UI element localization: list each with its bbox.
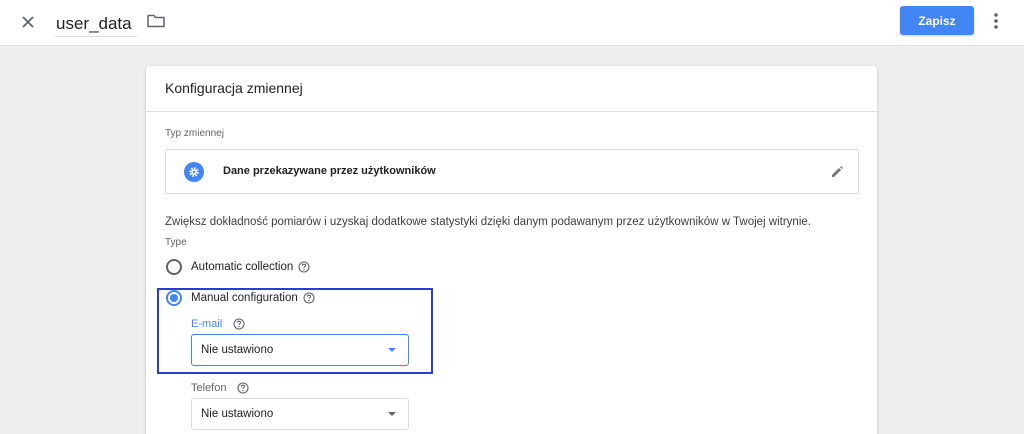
card-header: Konfiguracja zmiennej — [146, 66, 877, 112]
radio-manual-configuration[interactable]: Manual configuration — [166, 289, 315, 307]
more-vert-icon[interactable] — [986, 9, 1006, 33]
radio-label: Manual configuration — [191, 292, 298, 304]
email-select-value: Nie ustawiono — [201, 344, 274, 356]
email-select[interactable]: Nie ustawiono — [191, 334, 409, 366]
phone-select-value: Nie ustawiono — [201, 408, 274, 420]
close-icon[interactable] — [16, 10, 40, 34]
description-text: Zwiększ dokładność pomiarów i uzyskaj do… — [165, 216, 811, 228]
variable-config-card: Konfiguracja zmiennej Typ zmiennej Dane … — [146, 66, 877, 434]
help-icon[interactable] — [303, 292, 315, 304]
phone-select[interactable]: Nie ustawiono — [191, 398, 409, 430]
chevron-down-icon — [388, 412, 396, 416]
variable-name-input[interactable] — [55, 9, 137, 37]
email-label-text: E-mail — [191, 318, 223, 330]
help-icon[interactable] — [233, 318, 245, 330]
radio-automatic-collection[interactable]: Automatic collection — [166, 258, 310, 276]
variable-type-selector[interactable]: Dane przekazywane przez użytkowników — [165, 149, 859, 194]
radio-button[interactable] — [166, 259, 182, 275]
help-icon[interactable] — [237, 382, 250, 394]
card-title: Konfiguracja zmiennej — [165, 80, 303, 96]
help-icon[interactable] — [298, 261, 310, 273]
chevron-down-icon — [388, 348, 396, 352]
top-bar: Zapisz — [0, 0, 1024, 46]
phone-label-text: Telefon — [191, 382, 227, 394]
variable-type-label: Typ zmiennej — [165, 128, 224, 139]
phone-field-label: Telefon — [191, 382, 250, 394]
radio-button[interactable] — [166, 290, 182, 306]
save-button[interactable]: Zapisz — [900, 6, 974, 35]
radio-label: Automatic collection — [191, 261, 294, 273]
variable-type-name: Dane przekazywane przez użytkowników — [223, 165, 436, 177]
email-field-label: E-mail — [191, 318, 245, 330]
folder-icon[interactable] — [145, 10, 167, 32]
gear-icon — [184, 162, 204, 182]
pencil-icon[interactable] — [828, 163, 846, 181]
type-section-label: Type — [165, 237, 187, 248]
